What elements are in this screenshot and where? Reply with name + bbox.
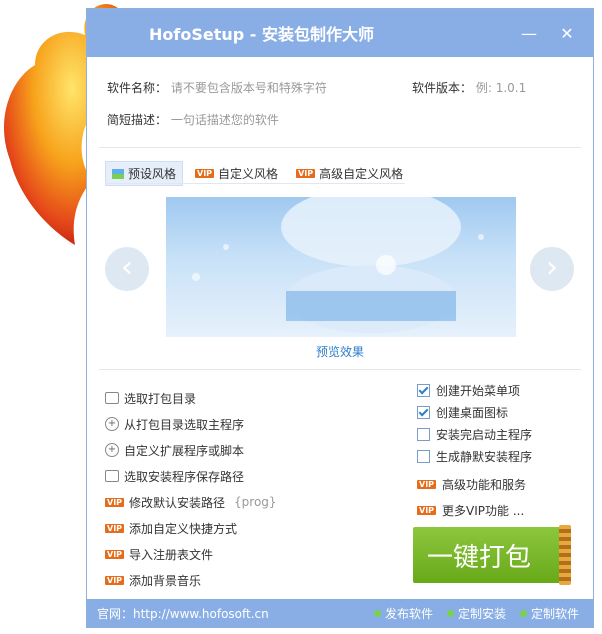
option-label: 从打包目录选取主程序: [124, 417, 245, 432]
divider: [99, 369, 581, 370]
vip-icon: VIP: [195, 169, 215, 178]
software-name-input[interactable]: 请不要包含版本号和特殊字符: [171, 81, 327, 95]
build-button-label: 一键打包: [427, 542, 532, 573]
checkbox[interactable]: [417, 449, 430, 463]
description-input[interactable]: 一句话描述您的软件: [171, 113, 279, 127]
next-style-button[interactable]: ›: [530, 247, 574, 291]
install-path-token: {prog}: [234, 495, 277, 509]
software-name-label: 软件名称：: [107, 81, 168, 95]
tab-label: 高级自定义风格: [319, 167, 404, 181]
footer-link-label: 发布软件: [384, 606, 433, 621]
title-bar[interactable]: HofoSetup - 安装包制作大师 — ✕: [87, 9, 593, 57]
checkbox-label: 创建桌面图标: [436, 405, 509, 420]
add-circle-icon: +: [105, 417, 119, 431]
select-save-path-option[interactable]: 选取安装程序保存路径: [105, 463, 277, 489]
bullet-icon: [373, 609, 381, 617]
modify-install-path-option[interactable]: VIP 修改默认安装路径 {prog}: [105, 489, 277, 515]
vip-icon: VIP: [105, 575, 125, 585]
folder-add-icon: [105, 392, 119, 404]
close-icon[interactable]: ✕: [559, 24, 575, 43]
checkbox-label: 安装完启动主程序: [436, 427, 533, 442]
options-list: 选取打包目录 + 从打包目录选取主程序 + 自定义扩展程序或脚本 选取安装程序保…: [105, 385, 277, 593]
software-version-field[interactable]: 软件版本： 例: 1.0.1: [412, 79, 526, 96]
import-registry-option[interactable]: VIP 导入注册表文件: [105, 541, 277, 567]
description-field[interactable]: 简短描述： 一句话描述您的软件: [107, 111, 279, 128]
minimize-icon[interactable]: —: [521, 24, 537, 43]
silent-install-checkbox[interactable]: 生成静默安装程序: [417, 445, 532, 467]
software-version-label: 软件版本：: [412, 81, 473, 95]
advanced-services-link[interactable]: VIP 高级功能和服务: [417, 471, 532, 497]
checkbox[interactable]: [417, 427, 430, 441]
vip-icon: VIP: [417, 505, 437, 515]
add-circle-icon: +: [105, 443, 119, 457]
start-menu-checkbox[interactable]: 创建开始菜单项: [417, 379, 532, 401]
add-music-option[interactable]: VIP 添加背景音乐: [105, 567, 277, 593]
option-label: 选取打包目录: [124, 391, 197, 406]
description-label: 简短描述：: [107, 113, 168, 127]
build-button[interactable]: 一键打包: [413, 527, 569, 583]
website-link[interactable]: 官网：http://www.hofosoft.cn: [97, 605, 374, 622]
footer-link-label: 定制安装: [457, 606, 506, 621]
checkbox-list: 创建开始菜单项 创建桌面图标 安装完启动主程序 生成静默安装程序 VIP 高级功…: [417, 379, 532, 523]
desktop-icon-checkbox[interactable]: 创建桌面图标: [417, 401, 532, 423]
vip-icon: VIP: [417, 479, 437, 489]
bullet-icon: [446, 609, 454, 617]
vip-icon: VIP: [105, 523, 125, 533]
zipper-icon: [559, 525, 571, 585]
prev-style-button[interactable]: ‹: [105, 247, 149, 291]
tab-underline: [105, 183, 405, 184]
checkbox-label: 创建开始菜单项: [436, 383, 521, 398]
link-label: 更多VIP功能 ...: [442, 503, 525, 518]
custom-script-option[interactable]: + 自定义扩展程序或脚本: [105, 437, 277, 463]
tab-label: 预设风格: [128, 167, 177, 181]
link-label: 高级功能和服务: [442, 477, 527, 492]
vip-icon: VIP: [105, 497, 125, 507]
option-label: 选取安装程序保存路径: [124, 469, 245, 484]
tab-label: 自定义风格: [218, 167, 279, 181]
footer-link-custom-software[interactable]: 定制软件: [519, 605, 579, 622]
checkbox-label: 生成静默安装程序: [436, 449, 533, 464]
preset-style-icon: [112, 168, 124, 179]
footer-bar: 官网：http://www.hofosoft.cn 发布软件 定制安装 定制软件: [87, 599, 593, 627]
software-name-field[interactable]: 软件名称： 请不要包含版本号和特殊字符: [107, 79, 327, 96]
add-shortcut-option[interactable]: VIP 添加自定义快捷方式: [105, 515, 277, 541]
vip-icon: VIP: [105, 549, 125, 559]
main-window: HofoSetup - 安装包制作大师 — ✕ 软件名称： 请不要包含版本号和特…: [86, 8, 594, 628]
footer-link-custom-install[interactable]: 定制安装: [446, 605, 506, 622]
checkbox[interactable]: [417, 405, 430, 419]
launch-after-install-checkbox[interactable]: 安装完启动主程序: [417, 423, 532, 445]
option-label: 添加自定义快捷方式: [129, 521, 238, 536]
vip-icon: VIP: [296, 169, 316, 178]
folder-add-icon: [105, 470, 119, 482]
option-label: 添加背景音乐: [129, 573, 202, 588]
select-pack-dir-option[interactable]: 选取打包目录: [105, 385, 277, 411]
divider: [99, 147, 581, 148]
option-label: 导入注册表文件: [129, 547, 214, 562]
option-label: 修改默认安装路径: [129, 495, 226, 510]
preview-link[interactable]: 预览效果: [87, 343, 593, 360]
software-version-input[interactable]: 例: 1.0.1: [476, 81, 526, 95]
bullet-icon: [519, 609, 527, 617]
option-label: 自定义扩展程序或脚本: [124, 443, 245, 458]
style-preview-image: [166, 197, 516, 337]
checkbox[interactable]: [417, 383, 430, 397]
more-vip-link[interactable]: VIP 更多VIP功能 ...: [417, 497, 532, 523]
footer-link-label: 定制软件: [530, 606, 579, 621]
footer-link-publish[interactable]: 发布软件: [373, 605, 433, 622]
window-title: HofoSetup - 安装包制作大师: [149, 25, 374, 44]
select-main-program-option[interactable]: + 从打包目录选取主程序: [105, 411, 277, 437]
